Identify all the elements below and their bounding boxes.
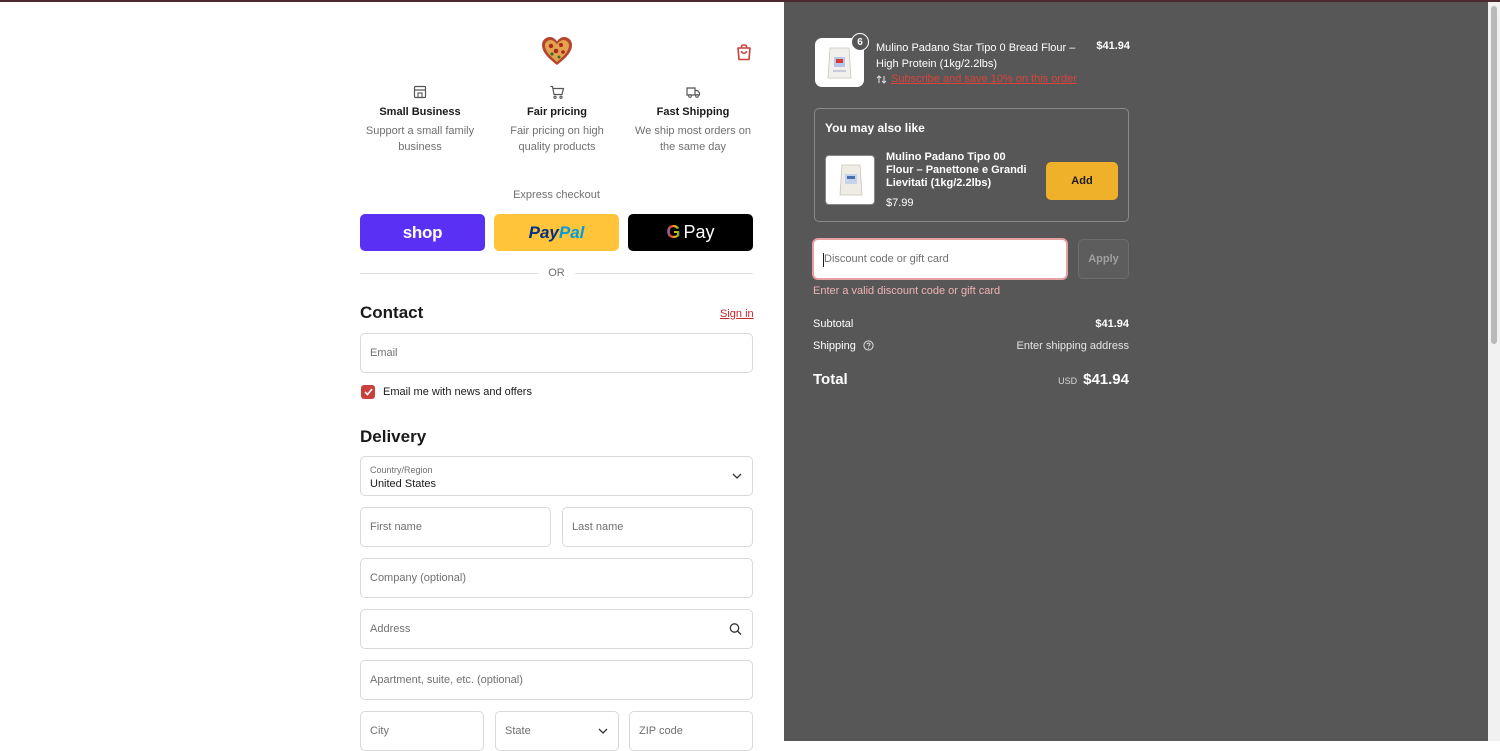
feature-description: Fair pricing on high quality products: [492, 123, 622, 155]
storefront-icon: [413, 85, 427, 99]
shipping-value: Enter shipping address: [1016, 340, 1129, 352]
discount-placeholder: Discount code or gift card: [824, 253, 949, 265]
google-pay-label: Pay: [683, 222, 715, 242]
shipping-row: Shipping Enter shipping address: [813, 340, 1129, 352]
quantity-badge: 6: [851, 33, 869, 51]
feature-fair-pricing: Fair pricing Fair pricing on high qualit…: [492, 84, 622, 155]
total-amount-group: USD $41.94: [1058, 371, 1129, 388]
company-field[interactable]: Company (optional): [360, 558, 753, 598]
flour-bag-image: [839, 164, 863, 196]
page-scrollbar[interactable]: [1488, 0, 1500, 741]
state-placeholder: State: [505, 725, 531, 737]
delivery-heading: Delivery: [360, 427, 427, 446]
upsell-heading: You may also like: [825, 121, 925, 135]
total-label: Total: [813, 371, 848, 388]
feature-title: Small Business: [379, 106, 461, 118]
feature-description-line: business: [398, 141, 442, 153]
zip-placeholder: ZIP code: [639, 725, 683, 737]
feature-description: We ship most orders on the same day: [628, 123, 758, 155]
checkmark-icon: [363, 388, 373, 396]
shop-pay-label: shop: [402, 222, 443, 242]
divider-line: [575, 273, 753, 274]
country-label: Country/Region: [370, 465, 433, 475]
newsletter-checkbox[interactable]: [361, 385, 375, 399]
paypal-label-part2: Pal: [558, 222, 585, 242]
heart-logo-icon[interactable]: [540, 34, 574, 68]
city-placeholder: City: [370, 725, 389, 737]
subtotal-value: $41.94: [1095, 318, 1129, 330]
shipping-label: Shipping: [813, 340, 856, 352]
top-border: [0, 0, 1500, 2]
apartment-placeholder: Apartment, suite, etc. (optional): [370, 674, 523, 686]
state-select[interactable]: State: [495, 711, 619, 751]
search-icon: [729, 623, 742, 635]
subscribe-link[interactable]: Subscribe and save 10% on this order: [891, 73, 1077, 85]
country-select[interactable]: Country/Region United States: [360, 456, 753, 496]
feature-description-line: the same day: [659, 141, 727, 153]
product-price: $41.94: [1096, 40, 1130, 52]
shopping-cart-icon: [550, 85, 565, 99]
discount-code-field[interactable]: Discount code or gift card: [813, 239, 1067, 279]
feature-title: Fast Shipping: [656, 106, 730, 118]
google-pay-button[interactable]: G Pay: [628, 214, 753, 251]
flour-bag-image: [827, 47, 852, 79]
help-circle-icon[interactable]: [863, 340, 874, 351]
feature-small-business: Small Business Support a small family bu…: [355, 84, 485, 155]
total-value: $41.94: [1083, 371, 1129, 388]
shopping-bag-icon[interactable]: [735, 42, 753, 61]
first-name-field[interactable]: First name: [360, 507, 551, 547]
upsell-product-name: Mulino Padano Tipo 00 Flour – Panettone …: [886, 151, 1027, 189]
feature-description-line: quality products: [518, 141, 596, 153]
express-checkout-label: Express checkout: [513, 189, 600, 201]
discount-error-message: Enter a valid discount code or gift card: [813, 285, 1001, 297]
subtotal-label: Subtotal: [813, 318, 854, 330]
checkout-form-panel: Small Business Support a small family bu…: [0, 0, 784, 751]
feature-fast-shipping: Fast Shipping We ship most orders on the…: [628, 84, 758, 155]
currency-code: USD: [1058, 376, 1078, 386]
total-row: Total USD $41.94: [813, 371, 1129, 389]
email-field[interactable]: Email: [360, 333, 753, 373]
upsell-thumbnail: [825, 155, 875, 205]
google-g-icon: G: [666, 222, 681, 242]
last-name-placeholder: Last name: [572, 521, 624, 533]
contact-heading: Contact: [360, 303, 424, 322]
zip-field[interactable]: ZIP code: [629, 711, 753, 751]
upsell-product-price: $7.99: [886, 197, 914, 209]
apartment-field[interactable]: Apartment, suite, etc. (optional): [360, 660, 753, 700]
subscription-arrows-icon: [876, 74, 887, 84]
add-upsell-button[interactable]: Add: [1046, 162, 1118, 200]
feature-description-line: Support a small family: [365, 125, 475, 137]
country-value: United States: [370, 478, 437, 490]
sign-in-link[interactable]: Sign in: [720, 308, 754, 320]
chevron-down-icon: [598, 728, 608, 734]
delivery-truck-icon: [686, 87, 701, 98]
product-name: Mulino Padano Star Tipo 0 Bread Flour – …: [876, 42, 1076, 70]
feature-title: Fair pricing: [527, 106, 587, 118]
last-name-field[interactable]: Last name: [562, 507, 753, 547]
upsell-card: You may also like Mulino Padano Tipo 00 …: [814, 108, 1129, 222]
paypal-button[interactable]: Pay Pal: [494, 214, 619, 251]
feature-description: Support a small family business: [355, 123, 485, 155]
company-placeholder: Company (optional): [370, 572, 466, 584]
email-placeholder: Email: [370, 347, 398, 359]
address-placeholder: Address: [370, 623, 411, 635]
scrollbar-thumb[interactable]: [1491, 6, 1497, 344]
feature-description-line: We ship most orders on: [635, 125, 751, 137]
first-name-placeholder: First name: [370, 521, 422, 533]
chevron-down-icon: [732, 473, 742, 479]
feature-description-line: Fair pricing on high: [510, 125, 604, 137]
apply-discount-button[interactable]: Apply: [1078, 239, 1129, 279]
subtotal-row: Subtotal $41.94: [813, 318, 1129, 330]
newsletter-option[interactable]: Email me with news and offers: [361, 385, 532, 399]
paypal-label-part1: Pay: [528, 222, 559, 242]
newsletter-label: Email me with news and offers: [383, 386, 532, 398]
shop-pay-button[interactable]: shop: [360, 214, 485, 251]
city-field[interactable]: City: [360, 711, 484, 751]
subscribe-option[interactable]: Subscribe and save 10% on this order: [876, 73, 1077, 85]
address-field[interactable]: Address: [360, 609, 753, 649]
or-divider: OR: [360, 267, 753, 279]
